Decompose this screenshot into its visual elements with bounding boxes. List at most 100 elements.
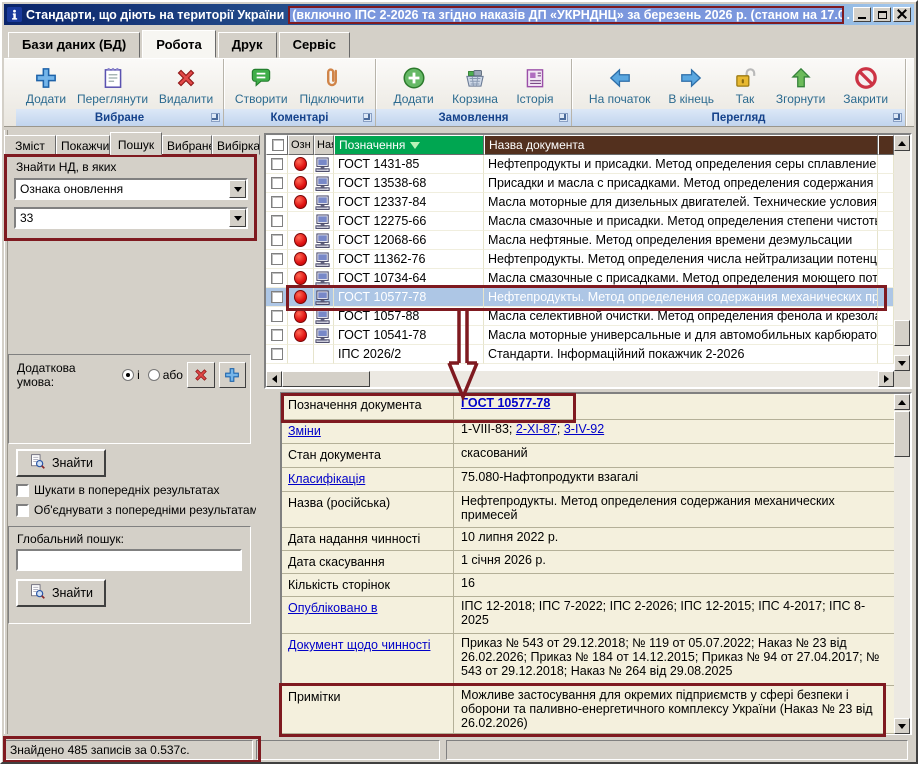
table-horizontal-scrollbar[interactable] <box>266 371 894 387</box>
toolbar-button-plus-blue[interactable]: Додати <box>23 64 69 107</box>
table-row-6[interactable]: ГОСТ 11362-76Нефтепродукты. Метод опреде… <box>266 250 894 269</box>
toolbar-button-basket[interactable]: Корзина <box>449 64 501 107</box>
search-value-combobox[interactable]: 33 <box>14 207 248 229</box>
global-find-button[interactable]: Знайти <box>16 579 106 607</box>
scroll-thumb[interactable] <box>894 320 910 346</box>
scroll-thumb[interactable] <box>282 371 370 387</box>
detail-value-link[interactable]: ГОСТ 10577-78 <box>461 396 550 410</box>
toolbar-button-label: Додати <box>393 92 433 106</box>
header-designation[interactable]: Позначення <box>334 135 484 155</box>
dialog-launcher-icon[interactable] <box>363 113 372 122</box>
table-row-1[interactable]: ГОСТ 1431-85Нефтепродукты и присадки. Ме… <box>266 155 894 174</box>
toolbar-button-no-entry[interactable]: Закрити <box>840 64 891 107</box>
detail-value-link[interactable]: 3-IV-92 <box>564 422 604 436</box>
global-search-input[interactable] <box>16 549 242 571</box>
toolbar-button-circle-plus-green[interactable]: Додати <box>390 64 436 107</box>
search-field-dropdown-button[interactable] <box>229 180 246 198</box>
scroll-left-button[interactable] <box>266 371 282 387</box>
add-condition-button[interactable] <box>219 362 247 388</box>
left-tab-2[interactable]: Покажчи <box>56 135 110 155</box>
row-document-name: Нефтепродукты и присадки. Метод определе… <box>484 155 878 174</box>
row-document-name: Масла моторные универсальные и для автом… <box>484 326 878 345</box>
scroll-down-button[interactable] <box>894 718 910 734</box>
detail-value-link[interactable]: 2-XI-87 <box>516 422 557 436</box>
dialog-launcher-icon[interactable] <box>559 113 568 122</box>
row-extra-cell <box>878 250 894 269</box>
left-tab-1[interactable]: Зміст <box>4 135 56 155</box>
row-update-flag-cell <box>288 174 314 193</box>
row-checkbox[interactable] <box>271 234 283 246</box>
close-button[interactable] <box>893 7 911 22</box>
ribbon-tab-3[interactable]: Друк <box>218 32 277 58</box>
toolbar-button-speech-bubble[interactable]: Створити <box>232 64 291 107</box>
ribbon-tab-2[interactable]: Робота <box>142 30 216 58</box>
table-row-11[interactable]: ІПС 2026/2Стандарти. Інформаційний покаж… <box>266 345 894 364</box>
header-document-name[interactable]: Назва документа <box>484 135 878 155</box>
row-checkbox[interactable] <box>271 291 283 303</box>
details-vertical-scrollbar[interactable] <box>894 394 910 734</box>
dialog-launcher-icon[interactable] <box>211 113 220 122</box>
detail-label-link[interactable]: Зміни <box>288 424 321 438</box>
row-checkbox[interactable] <box>271 158 283 170</box>
table-row-8[interactable]: ГОСТ 10577-78Нефтепродукты. Метод опреде… <box>266 288 894 307</box>
minimize-button[interactable] <box>853 7 871 22</box>
remove-condition-button[interactable] <box>187 362 215 388</box>
ribbon-tab-4[interactable]: Сервіс <box>279 32 350 58</box>
row-checkbox[interactable] <box>271 329 283 341</box>
scroll-right-button[interactable] <box>878 371 894 387</box>
toolbar-button-red-x[interactable]: Видалити <box>156 64 216 107</box>
table-row-5[interactable]: ГОСТ 12068-66Масла нефтяные. Метод опред… <box>266 231 894 250</box>
table-row-2[interactable]: ГОСТ 13538-68Присадки и масла с присадка… <box>266 174 894 193</box>
toolbar-button-arrow-right[interactable]: В кінець <box>665 64 717 107</box>
toolbar-button-notepad[interactable]: Переглянути <box>74 64 151 107</box>
search-value-dropdown-button[interactable] <box>229 209 246 227</box>
header-extra <box>878 135 894 155</box>
table-vertical-scrollbar[interactable] <box>894 135 910 371</box>
detail-label-link[interactable]: Документ щодо чинності <box>288 638 430 652</box>
search-field-combobox[interactable]: Ознака оновлення <box>14 178 248 200</box>
detail-label-link[interactable]: Опубліковано в <box>288 601 378 615</box>
ribbon-tab-1[interactable]: Бази даних (БД) <box>8 32 140 58</box>
row-checkbox[interactable] <box>271 310 283 322</box>
radio-or[interactable] <box>148 369 160 381</box>
scroll-up-button[interactable] <box>894 135 910 151</box>
toolbar-button-arrow-left[interactable]: На початок <box>586 64 654 107</box>
search-in-previous-checkbox[interactable] <box>16 484 29 497</box>
toolbar-button-paperclip[interactable]: Підключити <box>297 64 368 107</box>
row-designation: ГОСТ 13538-68 <box>334 174 484 193</box>
row-checkbox[interactable] <box>271 177 283 189</box>
left-tab-3[interactable]: Пошук <box>110 132 162 155</box>
table-row-3[interactable]: ГОСТ 12337-84Масла моторные для дизельны… <box>266 193 894 212</box>
merge-with-previous-checkbox[interactable] <box>16 504 29 517</box>
table-row-4[interactable]: ГОСТ 12275-66Масла смазочные и присадки.… <box>266 212 894 231</box>
radio-or-label: або <box>163 368 183 382</box>
detail-value-text: 10 липня 2022 р. <box>461 530 558 544</box>
row-checkbox[interactable] <box>271 196 283 208</box>
scroll-down-button[interactable] <box>894 355 910 371</box>
left-tab-4[interactable]: Вибране <box>162 135 212 155</box>
table-row-10[interactable]: ГОСТ 10541-78Масла моторные универсальны… <box>266 326 894 345</box>
scroll-up-button[interactable] <box>894 394 910 410</box>
toolbar-button-newspaper[interactable]: Історія <box>513 64 556 107</box>
toolbar-button-padlock-open[interactable]: Так <box>729 64 761 107</box>
scroll-thumb[interactable] <box>894 411 910 457</box>
left-tab-5[interactable]: Вибірка <box>212 135 260 155</box>
find-button[interactable]: Знайти <box>16 449 106 477</box>
row-checkbox[interactable] <box>271 348 283 360</box>
maximize-button[interactable] <box>873 7 891 22</box>
detail-label-link[interactable]: Класифікація <box>288 472 365 486</box>
radio-and[interactable] <box>122 369 134 381</box>
detail-value: ІПС 12-2018; ІПС 7-2022; ІПС 2-2026; ІПС… <box>454 597 894 633</box>
toolbar-button-arrow-up[interactable]: Згорнути <box>773 64 829 107</box>
row-checkbox[interactable] <box>271 272 283 284</box>
row-checkbox[interactable] <box>271 215 283 227</box>
select-all-checkbox[interactable] <box>272 139 284 151</box>
table-row-9[interactable]: ГОСТ 1057-88Масла селективной очистки. М… <box>266 307 894 326</box>
arrow-right-icon <box>678 65 704 91</box>
row-checkbox[interactable] <box>271 253 283 265</box>
table-row-7[interactable]: ГОСТ 10734-64Масла смазочные с присадкам… <box>266 269 894 288</box>
header-nay[interactable]: Ная <box>314 135 334 155</box>
dialog-launcher-icon[interactable] <box>893 113 902 122</box>
header-select-all[interactable] <box>266 135 288 155</box>
header-ozn[interactable]: Озн <box>288 135 314 155</box>
